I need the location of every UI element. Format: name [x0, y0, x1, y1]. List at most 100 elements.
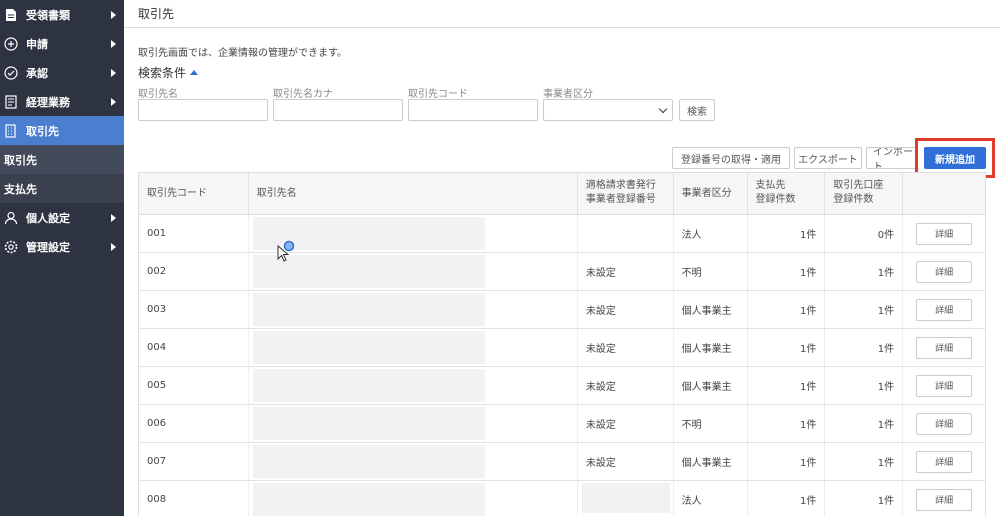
cell-code: 007: [139, 443, 249, 480]
table-row: 005 未設定 個人事業主 1件 1件 詳細: [139, 367, 985, 405]
search-conditions-toggle[interactable]: 検索条件: [138, 64, 199, 81]
partner-name-input[interactable]: [138, 99, 268, 121]
cell-registration: [578, 215, 674, 252]
cell-name: [249, 291, 578, 328]
cell-actions: 詳細: [903, 443, 985, 480]
cell-name: [249, 481, 578, 516]
detail-button[interactable]: 詳細: [916, 222, 973, 245]
payee-count: 1件: [799, 268, 817, 279]
blurred-registration-number: [581, 483, 670, 513]
cell-registration: 未設定: [578, 329, 674, 366]
cell-business-type: 法人: [674, 215, 748, 252]
partner-code: 008: [147, 494, 167, 505]
partner-code: 001: [147, 228, 167, 239]
column-header-accounts: 取引先口座 登録件数: [825, 173, 904, 214]
cell-name: [249, 329, 578, 366]
detail-button[interactable]: 詳細: [916, 374, 973, 397]
cell-actions: 詳細: [903, 481, 985, 516]
business-type: 個人事業主: [681, 344, 732, 355]
partner-code-input[interactable]: [408, 99, 538, 121]
account-count: 1件: [877, 306, 895, 317]
chevron-down-icon: [658, 104, 668, 114]
column-header-actions: [903, 173, 985, 214]
payee-count: 1件: [799, 344, 817, 355]
sidebar-item-received-documents[interactable]: 受領書類: [0, 0, 124, 29]
page-header: 取引先: [124, 0, 1000, 28]
cell-actions: 詳細: [903, 215, 985, 252]
document-icon: [4, 8, 18, 22]
registration-number-button[interactable]: 登録番号の取得・適用: [672, 147, 790, 169]
cell-actions: 詳細: [903, 367, 985, 404]
chevron-up-icon: [190, 70, 199, 75]
partner-code: 007: [147, 456, 167, 467]
column-header-payees-line2: 登録件数: [755, 194, 796, 205]
sidebar-item-approval[interactable]: 承認: [0, 58, 124, 87]
ledger-icon: [4, 94, 18, 109]
cell-payees: 1件: [748, 443, 826, 480]
cell-name: [249, 443, 578, 480]
payee-count: 1件: [799, 230, 817, 241]
search-conditions-title: 検索条件: [138, 66, 187, 80]
sidebar-subitem-partners[interactable]: 取引先: [0, 145, 124, 174]
cell-registration: 未設定: [578, 367, 674, 404]
sidebar-item-admin-settings[interactable]: 管理設定: [0, 232, 124, 261]
chevron-right-icon: [111, 242, 116, 251]
cell-code: 008: [139, 481, 249, 516]
export-button[interactable]: エクスポート: [794, 147, 862, 169]
sidebar-item-partners[interactable]: 取引先: [0, 116, 124, 145]
cell-actions: 詳細: [903, 405, 985, 442]
cell-accounts: 1件: [825, 481, 904, 516]
payee-count: 1件: [799, 458, 817, 469]
new-partner-button[interactable]: 新規追加: [924, 147, 986, 169]
account-count: 1件: [877, 382, 895, 393]
partner-code: 005: [147, 380, 167, 391]
detail-button[interactable]: 詳細: [916, 412, 973, 435]
chevron-right-icon: [111, 213, 116, 222]
check-circle-icon: [4, 65, 18, 80]
account-count: 1件: [877, 344, 895, 355]
cell-code: 006: [139, 405, 249, 442]
partner-kana-input[interactable]: [273, 99, 403, 121]
business-type-select[interactable]: [543, 99, 673, 121]
search-button[interactable]: 検索: [679, 99, 715, 121]
cell-name: [249, 367, 578, 404]
blurred-partner-name: [252, 369, 485, 402]
chevron-right-icon: [111, 39, 116, 48]
detail-button[interactable]: 詳細: [916, 298, 973, 321]
sidebar-item-label: 受領書類: [26, 8, 70, 22]
sidebar-subitem-payees[interactable]: 支払先: [0, 174, 124, 203]
partner-code: 002: [147, 266, 167, 277]
import-button[interactable]: インポート: [866, 147, 918, 169]
page-description: 取引先画面では、企業情報の管理ができます。: [138, 48, 347, 59]
account-count: 1件: [877, 420, 895, 431]
detail-button[interactable]: 詳細: [916, 260, 973, 283]
detail-button[interactable]: 詳細: [916, 450, 973, 473]
business-type: 法人: [681, 496, 702, 507]
detail-button[interactable]: 詳細: [916, 488, 973, 511]
blurred-partner-name: [252, 445, 485, 478]
payee-count: 1件: [799, 420, 817, 431]
column-header-payees-line1: 支払先: [755, 180, 786, 191]
cell-accounts: 1件: [825, 367, 904, 404]
business-type: 個人事業主: [681, 458, 732, 469]
cell-payees: 1件: [748, 405, 826, 442]
registration-number: 未設定: [585, 344, 616, 355]
column-header-code: 取引先コード: [139, 173, 249, 214]
table-row: 007 未設定 個人事業主 1件 1件 詳細: [139, 443, 985, 481]
cell-code: 002: [139, 253, 249, 290]
column-header-registration-line2: 事業者登録番号: [585, 194, 656, 205]
partners-table: 取引先コード 取引先名 適格請求書発行 事業者登録番号 事業者区分 支払先 登録…: [138, 172, 986, 516]
building-icon: [4, 123, 18, 138]
plus-circle-icon: [4, 36, 18, 51]
blurred-partner-name: [252, 407, 485, 440]
detail-button[interactable]: 詳細: [916, 336, 973, 359]
mouse-cursor: [276, 240, 296, 265]
blurred-partner-name: [252, 483, 485, 516]
cell-business-type: 個人事業主: [674, 367, 748, 404]
cell-actions: 詳細: [903, 329, 985, 366]
gear-icon: [4, 240, 18, 254]
sidebar-item-accounting[interactable]: 経理業務: [0, 87, 124, 116]
sidebar-item-label: 取引先: [26, 124, 59, 138]
sidebar-item-application[interactable]: 申請: [0, 29, 124, 58]
sidebar-item-personal-settings[interactable]: 個人設定: [0, 203, 124, 232]
